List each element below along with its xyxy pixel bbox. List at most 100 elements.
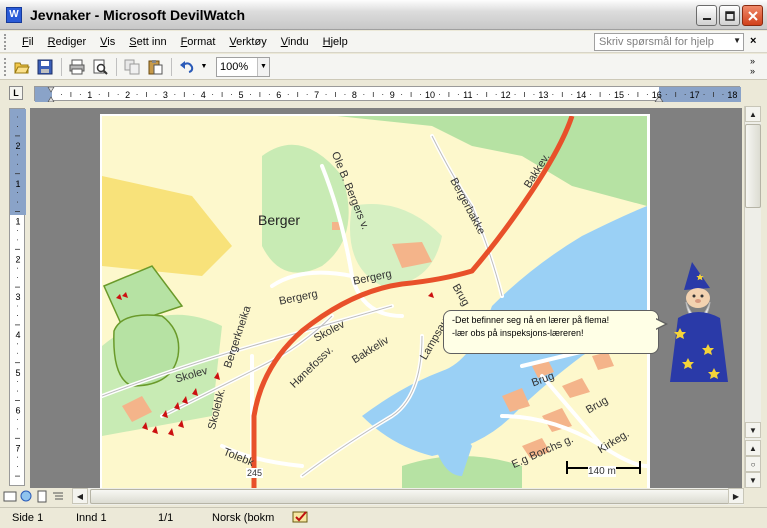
ruler-label: 12 xyxy=(501,90,511,100)
ruler-label: 4 xyxy=(15,330,20,340)
vertical-ruler[interactable]: 2 1 1 2 3 4 5 6 7 xyxy=(9,108,26,486)
zoom-select[interactable]: 100% ▼ xyxy=(216,56,270,77)
menu-hjelp[interactable]: Hjelp xyxy=(316,32,355,52)
horizontal-scroll-track[interactable]: ◀ ▶ xyxy=(72,488,744,505)
ruler-label: 5 xyxy=(238,90,243,100)
next-page-icon[interactable]: ▼ xyxy=(745,472,761,488)
chevron-down-icon[interactable]: ▼ xyxy=(733,36,741,45)
document-close-icon[interactable]: × xyxy=(750,35,756,47)
ruler-label: 2 xyxy=(15,141,20,151)
paste-button[interactable] xyxy=(144,56,166,78)
print-preview-button[interactable] xyxy=(89,56,111,78)
paste-icon xyxy=(148,59,163,74)
previous-page-icon[interactable]: ▲ xyxy=(745,440,761,456)
copy-icon xyxy=(124,59,140,74)
toolbar-grip[interactable] xyxy=(4,57,7,76)
wizard-assistant-icon[interactable] xyxy=(664,258,736,384)
close-button[interactable] xyxy=(742,5,763,26)
undo-button[interactable] xyxy=(176,56,198,78)
ruler-label: 18 xyxy=(727,90,737,100)
undo-dropdown[interactable]: ▼ xyxy=(199,56,209,78)
menu-format[interactable]: Format xyxy=(174,32,223,52)
menu-vindu[interactable]: Vindu xyxy=(274,32,316,52)
ruler-label: 6 xyxy=(276,90,281,100)
status-bar: Side 1 Innd 1 1/1 Norsk (bokm xyxy=(0,507,767,528)
window-controls xyxy=(696,5,763,26)
close-icon xyxy=(747,10,758,21)
save-icon xyxy=(37,59,53,74)
status-page: Side 1 xyxy=(12,512,44,524)
menu-verktoy[interactable]: Verktøy xyxy=(222,32,273,52)
assistant-message-line-2: -lær obs på inspeksjons-læreren! xyxy=(452,328,584,338)
map-scale-label: 140 m xyxy=(588,466,616,477)
menu-bar: Fil Rediger Vis Sett inn Format Verktøy … xyxy=(0,31,767,53)
menu-sett-inn[interactable]: Sett inn xyxy=(122,32,173,52)
vertical-scrollbar[interactable]: ▲ ▼ ▲ ○ ▼ xyxy=(744,106,761,488)
open-button[interactable] xyxy=(11,56,33,78)
maximize-icon xyxy=(724,10,735,21)
ruler-label: 1 xyxy=(15,217,20,227)
ruler-label: 15 xyxy=(614,90,624,100)
window-title: Jevnaker - Microsoft DevilWatch xyxy=(30,6,245,23)
minimize-button[interactable] xyxy=(696,5,717,26)
menu-fil[interactable]: Fil xyxy=(15,32,41,52)
ruler-label: 9 xyxy=(390,90,395,100)
scroll-down-icon[interactable]: ▼ xyxy=(745,422,761,438)
ruler-label: 1 xyxy=(87,90,92,100)
document-page[interactable]: Berger Ole B. Bergers v. Bergerbakke Bak… xyxy=(100,114,650,488)
horizontal-scroll-thumb[interactable] xyxy=(90,489,730,504)
print-icon xyxy=(69,59,85,74)
ruler-label: 3 xyxy=(163,90,168,100)
copy-button[interactable] xyxy=(121,56,143,78)
ruler-label: 1 xyxy=(15,179,20,189)
road-number-badge: 245 xyxy=(246,468,264,478)
spellcheck-book-icon[interactable] xyxy=(292,510,310,527)
title-bar: W Jevnaker - Microsoft DevilWatch xyxy=(0,0,767,30)
vertical-scroll-thumb[interactable] xyxy=(745,124,761,208)
view-buttons xyxy=(0,488,72,505)
scroll-up-icon[interactable]: ▲ xyxy=(745,106,761,122)
open-folder-icon xyxy=(14,62,30,73)
standard-toolbar: ▼ 100% ▼ »» xyxy=(0,54,767,80)
document-area[interactable]: Berger Ole B. Bergers v. Bergerbakke Bak… xyxy=(30,108,742,488)
map-image[interactable]: Berger Ole B. Bergers v. Bergerbakke Bak… xyxy=(102,116,647,488)
maximize-button[interactable] xyxy=(719,5,740,26)
status-section: Innd 1 xyxy=(76,512,107,524)
ruler-label: 2 xyxy=(15,254,20,264)
print-button[interactable] xyxy=(66,56,88,78)
help-search-input[interactable]: Skriv spørsmål for hjelp ▼ xyxy=(594,33,744,51)
scroll-left-icon[interactable]: ◀ xyxy=(72,488,88,504)
ruler-label: 16 xyxy=(652,90,662,100)
menu-rediger[interactable]: Rediger xyxy=(41,32,94,52)
normal-view-icon[interactable] xyxy=(2,489,18,504)
ruler-label: 2 xyxy=(125,90,130,100)
word-app-icon[interactable]: W xyxy=(6,6,22,23)
outline-view-icon[interactable] xyxy=(50,489,66,504)
print-preview-icon xyxy=(93,59,108,75)
undo-icon xyxy=(180,60,194,73)
vertical-ruler-graphic: 2 1 1 2 3 4 5 6 7 xyxy=(10,109,26,477)
menu-grip[interactable] xyxy=(4,33,7,50)
map-label-berger: Berger xyxy=(258,212,301,228)
ruler-label: 7 xyxy=(15,443,20,453)
horizontal-ruler-graphic: 1 2 3 4 5 6 7 8 9 10 11 12 13 14 15 16 17 18 xyxy=(35,86,741,103)
print-layout-icon[interactable] xyxy=(34,489,50,504)
status-language: Norsk (bokm xyxy=(212,512,275,524)
web-layout-icon[interactable] xyxy=(18,489,34,504)
toolbar-separator xyxy=(116,57,117,76)
zoom-value: 100% xyxy=(220,60,249,73)
tab-stop-selector[interactable]: L xyxy=(9,86,23,100)
minimize-icon xyxy=(702,17,711,20)
ruler-label: 10 xyxy=(425,90,435,100)
browse-object-icon[interactable]: ○ xyxy=(745,456,761,472)
scroll-right-icon[interactable]: ▶ xyxy=(728,488,744,504)
ruler-label: 8 xyxy=(352,90,357,100)
horizontal-ruler[interactable]: 1 2 3 4 5 6 7 8 9 10 11 12 13 14 15 16 17 18 xyxy=(34,86,741,103)
ruler-label: 14 xyxy=(576,90,586,100)
zoom-dropdown-icon[interactable]: ▼ xyxy=(257,57,269,76)
ruler-label: 4 xyxy=(201,90,206,100)
menu-vis[interactable]: Vis xyxy=(93,32,122,52)
assistant-speech-bubble[interactable]: -Det befinner seg nå en lærer på flema! … xyxy=(443,310,659,354)
toolbar-options-icon[interactable]: »» xyxy=(750,56,755,76)
save-button[interactable] xyxy=(34,56,56,78)
